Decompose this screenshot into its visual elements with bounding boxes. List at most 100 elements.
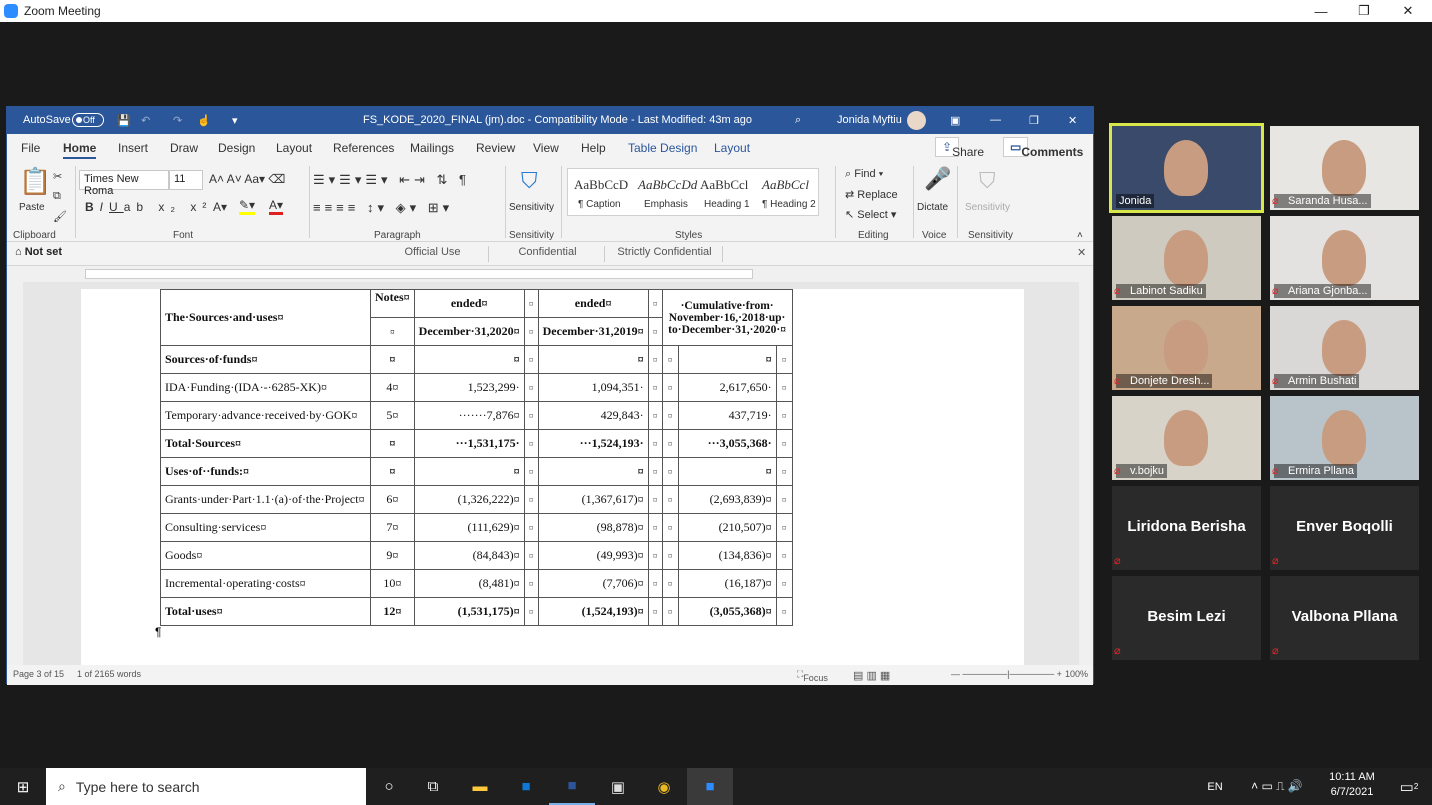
search-icon[interactable]: ⌕	[795, 114, 801, 127]
save-icon[interactable]: 💾	[117, 114, 131, 127]
paste-button[interactable]: Paste	[19, 202, 45, 213]
table-row[interactable]: Incremental·operating·costs¤ 10¤ (8,481)¤ ¤…	[160, 569, 793, 598]
chrome-icon[interactable]: ◉	[641, 768, 687, 805]
autosave-toggle[interactable]: Off	[72, 113, 104, 127]
ribbon-display-icon[interactable]: ▣	[950, 114, 960, 127]
participant-tile[interactable]: Jonida	[1109, 123, 1264, 213]
word-icon[interactable]: ■	[549, 768, 595, 805]
tray-icons[interactable]: ˄ ▭ ⎍ 🔊	[1232, 768, 1322, 805]
style-emphasis[interactable]: Emphasis	[644, 199, 688, 210]
style-sample-heading1[interactable]: AaBbCcl	[700, 177, 748, 193]
table-row[interactable]: IDA·Funding·(IDA·-·6285-XK)¤ 4¤ 1,523,299·…	[160, 373, 793, 402]
cortana-icon[interactable]: ○	[366, 768, 412, 805]
close-bar-icon[interactable]: ✕	[1077, 246, 1086, 262]
participant-tile[interactable]: Ermira Pllana ⌀	[1270, 396, 1419, 480]
touch-mode-icon[interactable]: ☝	[197, 114, 211, 127]
label-strictly-confidential[interactable]: Strictly Confidential	[607, 246, 723, 262]
participant-tile[interactable]: Ariana Gjonba... ⌀	[1270, 216, 1419, 300]
document-page[interactable]: The·Sources·and·uses¤ Notes¤ ended¤ ¤ en…	[81, 289, 1024, 665]
style-caption[interactable]: ¶ Caption	[578, 199, 621, 210]
windows-start-icon[interactable]: ⊞	[0, 768, 46, 805]
participant-tile[interactable]: Besim Lezi ⌀	[1112, 576, 1261, 660]
style-heading1[interactable]: Heading 1	[704, 199, 750, 210]
maximize-icon[interactable]: ❐	[1341, 0, 1387, 22]
dictate-button[interactable]: Dictate	[917, 202, 948, 213]
taskbar-search[interactable]: ⌕ Type here to search	[46, 768, 366, 805]
table-row[interactable]: Consulting·services¤ 7¤ (111,629)¤ ¤ (98,878…	[160, 513, 793, 542]
tab-review[interactable]: Review	[476, 141, 515, 155]
horizontal-ruler[interactable]	[7, 266, 1093, 282]
task-view-icon[interactable]: ⧉	[410, 768, 456, 805]
participant-tile[interactable]: Liridona Berisha ⌀	[1112, 486, 1261, 570]
word-minimize-icon[interactable]: —	[990, 114, 1001, 126]
style-sample-caption[interactable]: AaBbCcD	[574, 177, 628, 193]
word-close-icon[interactable]: ✕	[1068, 114, 1077, 127]
tab-references[interactable]: References	[333, 141, 394, 155]
view-mode-icons[interactable]: ▤ ▥ ▦	[853, 669, 890, 682]
participant-tile[interactable]: Armin Bushati ⌀	[1270, 306, 1419, 390]
user-name[interactable]: Jonida Myftiu	[837, 114, 902, 126]
document-title[interactable]: FS_KODE_2020_FINAL (jm).doc - Compatibil…	[363, 114, 752, 126]
minimize-icon[interactable]: —	[1298, 0, 1344, 22]
notifications-icon[interactable]: ▭ 2	[1386, 768, 1432, 805]
tab-draw[interactable]: Draw	[170, 141, 198, 155]
tab-layout[interactable]: Layout	[276, 141, 312, 155]
paste-icon[interactable]: 📋	[19, 166, 51, 197]
customize-qat-icon[interactable]: ▾	[232, 114, 238, 127]
redo-icon[interactable]: ↷	[173, 114, 182, 127]
store-icon[interactable]: ▣	[595, 768, 641, 805]
tab-table-design[interactable]: Table Design	[628, 141, 697, 155]
tab-design[interactable]: Design	[218, 141, 255, 155]
find-button[interactable]: ⌕ Find ▾	[845, 168, 883, 181]
font-name-select[interactable]: Times New Roma	[79, 170, 169, 197]
sources-uses-table[interactable]: The·Sources·and·uses¤ Notes¤ ended¤ ¤ en…	[160, 289, 793, 626]
label-confidential[interactable]: Confidential	[491, 246, 605, 262]
participant-tile[interactable]: Enver Boqolli ⌀	[1270, 486, 1419, 570]
participant-tile[interactable]: v.bojku ⌀	[1112, 396, 1261, 480]
close-icon[interactable]: ✕	[1385, 0, 1431, 22]
sensitivity-button[interactable]: Sensitivity	[509, 202, 554, 213]
text-effects-icon[interactable]: A▾	[213, 200, 227, 214]
tab-home[interactable]: Home	[63, 141, 97, 159]
tab-mailings[interactable]: Mailings	[410, 141, 454, 155]
select-button[interactable]: ↖ Select ▾	[845, 208, 896, 221]
vertical-ruler[interactable]	[7, 282, 23, 665]
zoom-app-icon[interactable]: ■	[687, 768, 733, 805]
zoom-level[interactable]: 100%	[1065, 669, 1088, 679]
table-row[interactable]: Temporary·advance·received·by·GOK¤ 5¤ ····…	[160, 401, 793, 430]
font-color-icon[interactable]: A▾	[269, 198, 284, 215]
style-heading2[interactable]: ¶ Heading 2	[762, 199, 816, 210]
zoom-slider[interactable]: — ───────|─────── +	[951, 669, 1062, 679]
collapse-ribbon-icon[interactable]: ˄	[1077, 230, 1083, 241]
outlook-icon[interactable]: ■	[503, 768, 549, 805]
font-size-select[interactable]: 11	[169, 170, 203, 190]
participant-tile[interactable]: Labinot Sadiku ⌀	[1112, 216, 1261, 300]
participant-tile[interactable]: Donjete Dresh... ⌀	[1112, 306, 1261, 390]
participant-tile[interactable]: Valbona Pllana ⌀	[1270, 576, 1419, 660]
align-icons[interactable]: ≡≡≡≡ ↕▾ ◈▾ ⊞▾	[313, 200, 453, 216]
table-row[interactable]: Total·uses¤ 12¤ (1,531,175)¤ ¤ (1,524,193)¤ ¤…	[160, 597, 793, 626]
label-official-use[interactable]: Official Use	[377, 246, 489, 262]
microphone-icon[interactable]: 🎤	[924, 166, 951, 192]
table-row[interactable]: Goods¤ 9¤ (84,843)¤ ¤ (49,993)¤ ¤ ¤ (134,836)¤ ¤	[160, 541, 793, 570]
table-row[interactable]: Total·Sources¤ ¤ ···1,531,175· ¤ ···1,524,19…	[160, 429, 793, 458]
highlight-icon[interactable]: ✎▾	[239, 198, 256, 215]
font-grow-shrink-icon[interactable]: A˄ A˅ Aa▾ ⌫	[209, 172, 285, 186]
vertical-scrollbar[interactable]	[1079, 282, 1093, 665]
avatar[interactable]	[907, 111, 926, 130]
tab-view[interactable]: View	[533, 141, 559, 155]
comments-button[interactable]: ▭ Comments	[1003, 137, 1083, 159]
list-icons[interactable]: ☰▾☰▾☰▾ ⇤⇥ ⇅ ¶	[313, 172, 470, 188]
font-format-icons[interactable]: BIUab x₂ x²	[85, 200, 212, 214]
clock[interactable]: 10:11 AM 6/7/2021	[1322, 770, 1382, 800]
tab-help[interactable]: Help	[581, 141, 606, 155]
file-explorer-icon[interactable]: ▬	[457, 768, 503, 805]
tab-insert[interactable]: Insert	[118, 141, 148, 155]
format-painter-icon[interactable]: 🖌	[53, 210, 67, 223]
page-indicator[interactable]: Page 3 of 15	[13, 669, 64, 679]
tab-file[interactable]: File	[21, 141, 40, 155]
share-button[interactable]: ⇪ Share	[935, 137, 984, 159]
table-row[interactable]: Grants·under·Part·1.1·(a)·of·the·Project…	[160, 485, 793, 514]
word-count[interactable]: 1 of 2165 words	[77, 669, 141, 679]
table-row[interactable]: Uses·of··funds:¤ ¤ ¤ ¤ ¤ ¤ ¤ ¤ ¤	[160, 457, 793, 486]
